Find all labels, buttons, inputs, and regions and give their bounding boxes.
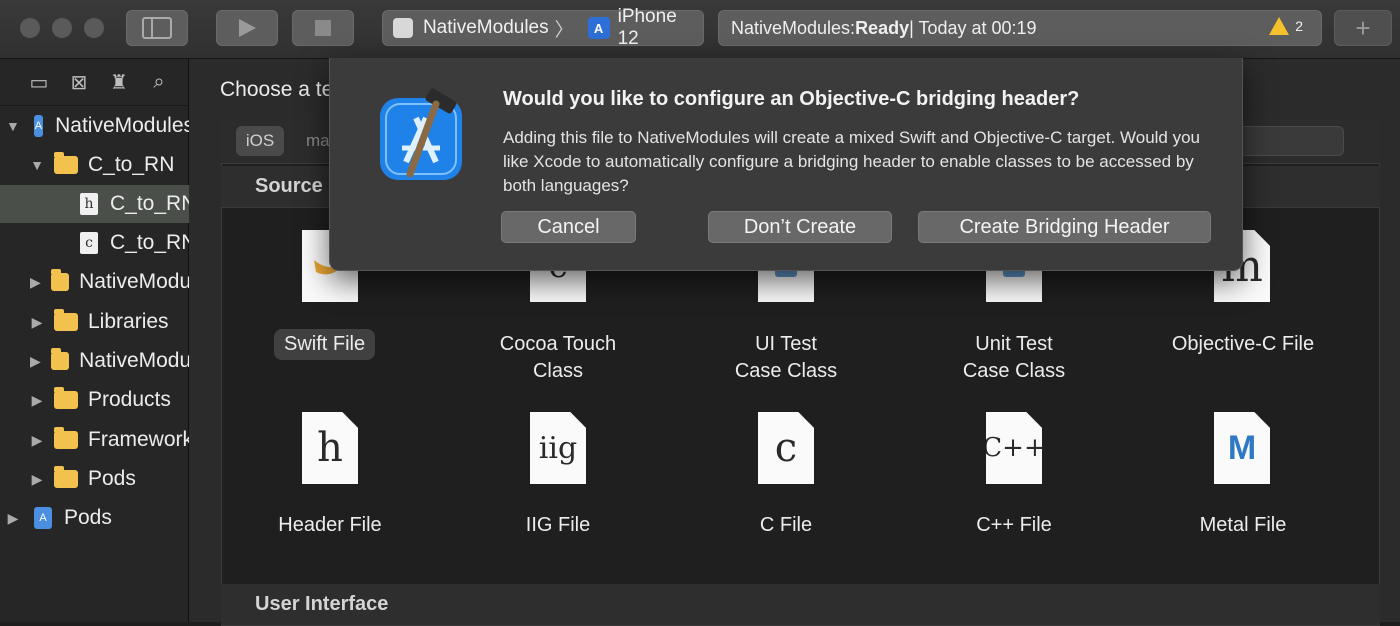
tree-item-label: Pods: [64, 506, 112, 529]
disclosure-closed-icon[interactable]: ▶: [6, 510, 20, 527]
project-icon: A: [34, 507, 52, 529]
play-icon: [239, 19, 256, 37]
folder-icon: [50, 269, 70, 291]
template-label-unit-test[interactable]: Unit Test Case Class: [934, 331, 1094, 385]
template-label-metal-file[interactable]: Metal File: [1163, 512, 1323, 539]
symbol-icon[interactable]: ♜: [108, 70, 130, 95]
tree-item-label: Frameworks: [88, 428, 204, 451]
project-icon: A: [33, 115, 44, 137]
template-glyph: c: [774, 425, 798, 471]
alert-title: Would you like to configure an Objective…: [503, 88, 1080, 110]
chevron-right-icon: 〉: [554, 19, 574, 41]
stop-icon: [315, 20, 331, 36]
template-label-c-file[interactable]: C File: [706, 512, 866, 539]
create-bridging-header-button[interactable]: Create Bridging Header: [918, 211, 1211, 243]
tree-item-group[interactable]: ▶ NativeModules: [0, 263, 218, 301]
folder-icon: [54, 427, 78, 449]
tree-item-label: NativeModules: [55, 114, 194, 137]
stop-button[interactable]: [292, 10, 354, 46]
metal-file-icon[interactable]: M: [1214, 412, 1270, 484]
tree-item-label: Libraries: [88, 310, 169, 333]
template-glyph: h: [317, 425, 343, 471]
template-label-cpp-file[interactable]: C++ File: [934, 512, 1094, 539]
disclosure-closed-icon[interactable]: ▶: [30, 432, 44, 449]
warning-count: 2: [1295, 18, 1303, 34]
search-icon[interactable]: ⌕: [148, 71, 170, 94]
section-header-user-interface: User Interface: [221, 584, 1380, 626]
device-name[interactable]: iPhone 12: [618, 6, 703, 50]
iig-file-icon[interactable]: iig: [530, 412, 586, 484]
run-button[interactable]: [216, 10, 278, 46]
c-file-icon[interactable]: c: [758, 412, 814, 484]
alert-message: Adding this file to NativeModules will c…: [503, 128, 1201, 195]
tree-item-project[interactable]: ▶ A Pods: [0, 499, 194, 537]
zoom-window-button[interactable]: [84, 18, 104, 38]
folder-icon[interactable]: ▭: [28, 70, 50, 95]
template-glyph: C++: [982, 433, 1046, 463]
tree-item-group[interactable]: ▶ Pods: [0, 460, 218, 498]
disclosure-closed-icon[interactable]: ▶: [30, 471, 44, 488]
tree-item-group[interactable]: ▼ C_to_RN: [0, 146, 218, 184]
activity-status: NativeModules: Ready | Today at 00:19 2: [718, 10, 1322, 46]
warning-indicator[interactable]: 2: [1269, 17, 1303, 35]
status-prefix: NativeModules:: [731, 17, 856, 38]
tree-item-group[interactable]: ▶ NativeModules: [0, 342, 218, 380]
status-suffix: | Today at 00:19: [909, 17, 1037, 38]
folder-icon: [54, 387, 78, 409]
xcode-device-icon: A: [587, 17, 610, 39]
tree-item-label: Products: [88, 388, 171, 411]
disclosure-closed-icon[interactable]: ▶: [30, 392, 44, 409]
disclosure-open-icon[interactable]: ▼: [30, 157, 44, 173]
close-window-button[interactable]: [20, 18, 40, 38]
template-label-objective-c[interactable]: Objective-C File: [1153, 331, 1333, 358]
header-file-icon: h: [80, 193, 98, 215]
template-label-header-file[interactable]: Header File: [250, 512, 410, 539]
disclosure-closed-icon[interactable]: ▶: [30, 314, 44, 331]
tree-item-project[interactable]: ▼ A NativeModules: [0, 107, 194, 145]
disclosure-closed-icon[interactable]: ▶: [30, 274, 41, 291]
tree-item-label: Pods: [88, 467, 136, 490]
c-file-icon: c: [80, 232, 98, 254]
tree-item-group[interactable]: ▶ Frameworks: [0, 421, 218, 459]
folder-icon: [54, 466, 78, 488]
toolbar: NativeModules 〉 A iPhone 12 NativeModule…: [0, 0, 1400, 59]
platform-tab-macos[interactable]: macOS: [306, 126, 330, 156]
navigator-toggle-button[interactable]: [126, 10, 188, 46]
folder-icon: [50, 348, 70, 370]
platform-tab-ios[interactable]: iOS: [236, 126, 284, 156]
template-glyph: iig: [538, 430, 578, 466]
bridging-header-alert: Would you like to configure an Objective…: [329, 58, 1243, 271]
scheme-selector[interactable]: NativeModules 〉 A iPhone 12: [382, 6, 704, 49]
disclosure-open-icon[interactable]: ▼: [6, 118, 20, 134]
status-state: Ready: [855, 17, 910, 38]
scheme-name: NativeModules: [422, 17, 549, 38]
minimize-window-button[interactable]: [52, 18, 72, 38]
folder-icon: [54, 152, 78, 174]
navigator-tabs: ▭ ⊠ ♜ ⌕: [0, 59, 188, 106]
cpp-file-icon[interactable]: C++: [986, 412, 1042, 484]
sidebar-icon: [142, 17, 172, 39]
template-glyph: M: [1227, 428, 1257, 467]
library-add-button[interactable]: +: [1334, 10, 1392, 46]
cancel-button[interactable]: Cancel: [501, 211, 636, 243]
dont-create-button[interactable]: Don’t Create: [708, 211, 892, 243]
template-label-swift-file[interactable]: Swift File: [274, 329, 376, 360]
tree-item-label: C_to_RN: [88, 153, 175, 176]
project-navigator: ▭ ⊠ ♜ ⌕ ▼ A NativeModules ▼ C_to_RN h C_…: [0, 59, 268, 622]
xcode-app-icon: [380, 88, 462, 180]
header-file-icon[interactable]: h: [302, 412, 358, 484]
warning-icon: [1269, 17, 1290, 35]
template-label-cocoa-touch[interactable]: Cocoa Touch Class: [478, 331, 638, 385]
template-label-iig-file[interactable]: IIG File: [478, 512, 638, 539]
disclosure-closed-icon[interactable]: ▶: [30, 353, 41, 370]
source-control-icon[interactable]: ⊠: [68, 70, 90, 95]
folder-icon: [54, 309, 78, 331]
app-icon: [393, 18, 413, 38]
tree-item-group[interactable]: ▶ Libraries: [0, 303, 218, 341]
template-label-ui-test[interactable]: UI Test Case Class: [706, 331, 866, 385]
tree-item-group[interactable]: ▶ Products: [0, 381, 218, 419]
